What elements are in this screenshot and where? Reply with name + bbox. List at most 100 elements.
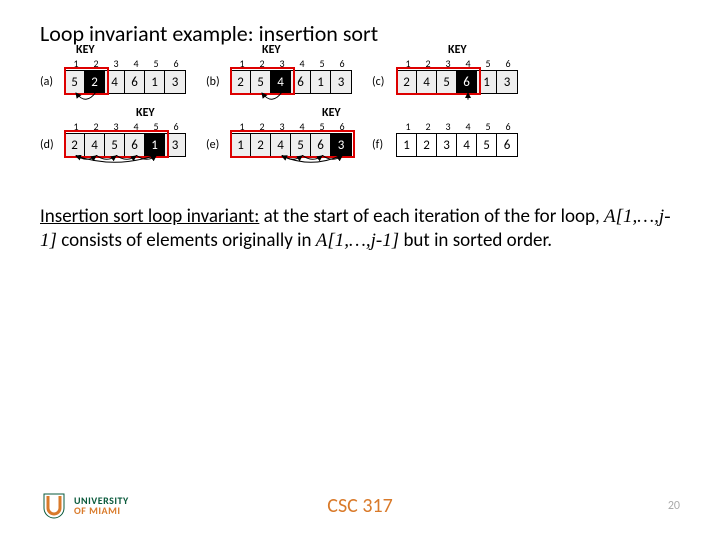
index-label: 1 [232, 120, 252, 133]
array-cell: 6 [311, 134, 331, 156]
index-label: 5 [312, 120, 332, 133]
index-row: 123456 [66, 57, 186, 70]
invariant-lead: Insertion sort loop invariant: [40, 205, 259, 228]
panel-a: KEY123456(a)524613 [40, 57, 186, 112]
index-label: 1 [398, 120, 418, 133]
description: Insertion sort loop invariant: at the st… [40, 205, 680, 253]
array-cell: 6 [497, 134, 517, 156]
index-label: 2 [418, 57, 438, 70]
arr-ref-2: A[1,…,j-1] [316, 230, 399, 251]
panel-label: (d) [40, 138, 64, 152]
array-cell: 1 [145, 134, 165, 156]
index-label: 1 [66, 57, 86, 70]
array-cell: 4 [105, 71, 125, 93]
array-cell: 5 [477, 134, 497, 156]
array-cell: 6 [125, 134, 145, 156]
index-label: 3 [106, 57, 126, 70]
index-label: 6 [498, 57, 518, 70]
index-row: 123456 [232, 120, 352, 133]
desc-t1: at the start of each iteration of the fo… [259, 205, 604, 228]
arrows-svg [66, 92, 196, 112]
index-label: 6 [166, 120, 186, 133]
index-label: 2 [252, 120, 272, 133]
array-cell: 1 [231, 134, 251, 156]
arrows-svg [66, 155, 196, 175]
footer: UNIVERSITY OF MIAMI CSC 317 20 [40, 492, 680, 520]
course-code: CSC 317 [327, 494, 392, 518]
array-cell: 1 [311, 71, 331, 93]
index-label: 4 [126, 120, 146, 133]
array-cells: 245613 [396, 70, 518, 94]
array-cell: 3 [331, 71, 351, 93]
array-cell: 4 [85, 134, 105, 156]
array-cell: 2 [65, 134, 85, 156]
array-cells: 254613 [230, 70, 352, 94]
index-label: 3 [272, 57, 292, 70]
arrow-container [66, 94, 186, 112]
index-label: 2 [86, 120, 106, 133]
panel-label: (b) [206, 75, 230, 89]
arrows-svg [232, 155, 362, 175]
index-label: 1 [232, 57, 252, 70]
array-cells: 524613 [64, 70, 186, 94]
arrows-svg [232, 92, 362, 112]
array-cell: 3 [497, 71, 517, 93]
array-cell: 4 [417, 71, 437, 93]
index-label: 4 [126, 57, 146, 70]
index-label: 5 [478, 57, 498, 70]
index-label: 2 [418, 120, 438, 133]
key-label: KEY [262, 43, 281, 57]
page-title: Loop invariant example: insertion sort [40, 20, 680, 47]
array-cell: 2 [417, 134, 437, 156]
index-row: 123456 [232, 57, 352, 70]
array-row: (e)124563 [206, 133, 352, 157]
array-cell: 5 [291, 134, 311, 156]
index-label: 4 [292, 120, 312, 133]
arrow-container [398, 94, 518, 112]
array-cells: 124563 [230, 133, 352, 157]
array-cell: 1 [477, 71, 497, 93]
panel-d: KEY123456(d)245613 [40, 120, 186, 175]
key-label: KEY [76, 43, 95, 57]
u-shield-icon [40, 492, 68, 520]
key-label: KEY [448, 43, 467, 57]
index-label: 5 [146, 120, 166, 133]
array-cell: 3 [437, 134, 457, 156]
university-logo: UNIVERSITY OF MIAMI [40, 492, 129, 520]
array-cell: 5 [105, 134, 125, 156]
array-cell: 2 [397, 71, 417, 93]
array-cell: 4 [271, 71, 291, 93]
array-cell: 6 [125, 71, 145, 93]
panels-container: KEY123456(a)524613 KEY123456(b)254613 KE… [40, 57, 680, 175]
array-row: (c)245613 [372, 70, 518, 94]
index-label: 5 [312, 57, 332, 70]
array-cell: 1 [397, 134, 417, 156]
index-label: 4 [292, 57, 312, 70]
array-row: (a)524613 [40, 70, 186, 94]
array-cell: 2 [251, 134, 271, 156]
array-cell: 1 [145, 71, 165, 93]
array-cell: 3 [165, 71, 185, 93]
index-label: 3 [106, 120, 126, 133]
index-label: 5 [478, 120, 498, 133]
index-row: 123456 [398, 57, 518, 70]
panel-label: (c) [372, 75, 396, 89]
panel-label: (e) [206, 138, 230, 152]
index-label: 6 [498, 120, 518, 133]
array-cell: 6 [291, 71, 311, 93]
array-cell: 4 [271, 134, 291, 156]
panel-f: 123456(f)123456 [372, 120, 518, 175]
index-label: 3 [438, 57, 458, 70]
panel-label: (f) [372, 138, 396, 152]
arrows-svg [398, 92, 528, 112]
index-label: 5 [146, 57, 166, 70]
panel-label: (a) [40, 75, 64, 89]
uni-line-2: OF MIAMI [74, 506, 129, 516]
panel-b: KEY123456(b)254613 [206, 57, 352, 112]
index-label: 1 [66, 120, 86, 133]
arrow-container [232, 157, 352, 175]
panel-c: KEY123456(c)245613 [372, 57, 518, 112]
index-label: 4 [458, 57, 478, 70]
index-label: 6 [332, 120, 352, 133]
index-label: 4 [458, 120, 478, 133]
